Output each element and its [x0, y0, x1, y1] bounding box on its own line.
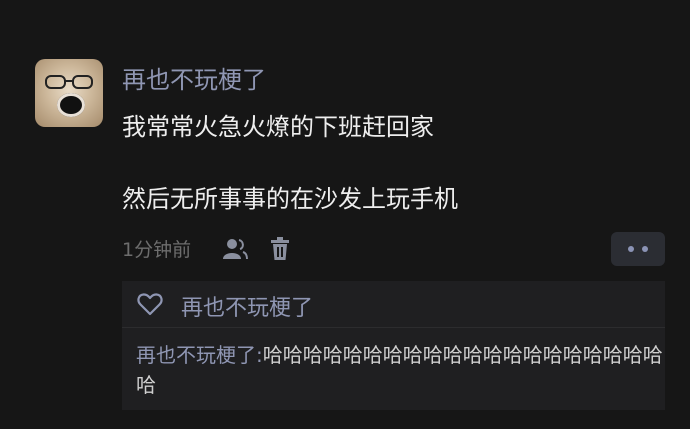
- post-content-line-2: 然后无所事事的在沙发上玩手机: [122, 185, 458, 213]
- reply-divider: [122, 327, 665, 328]
- reply-item[interactable]: 再也不玩梗了:哈哈哈哈哈哈哈哈哈哈哈哈哈哈哈哈哈哈哈哈哈: [136, 340, 671, 400]
- heart-outline-icon[interactable]: [137, 292, 163, 316]
- post-username[interactable]: 再也不玩梗了: [122, 60, 266, 95]
- more-dots-icon: [642, 246, 648, 252]
- liked-by-username[interactable]: 再也不玩梗了: [181, 290, 313, 322]
- glasses-graphic: [45, 75, 93, 89]
- avatar-mouth-graphic: [57, 93, 85, 117]
- user-icon[interactable]: [222, 238, 248, 260]
- avatar[interactable]: [35, 59, 103, 127]
- post-timestamp: 1分钟前: [122, 239, 192, 261]
- post-content-line-1: 我常常火急火燎的下班赶回家: [122, 113, 434, 141]
- more-dots-icon: [628, 246, 634, 252]
- trash-icon[interactable]: [270, 237, 290, 261]
- reply-author[interactable]: 再也不玩梗了:: [136, 343, 263, 367]
- more-options-button[interactable]: [611, 232, 665, 266]
